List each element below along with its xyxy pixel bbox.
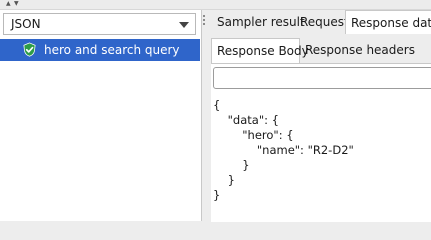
view-selector-combobox[interactable]: JSON xyxy=(3,13,196,35)
tab-label: Sampler result xyxy=(217,15,305,29)
top-splitter[interactable]: ▲ ▼ xyxy=(0,0,431,10)
tab-label: Response headers xyxy=(305,43,415,57)
response-body-view: { "data": { "hero": { "name": "R2-D2" } … xyxy=(211,63,431,222)
collapse-up-icon[interactable]: ▲ xyxy=(6,1,11,7)
expand-down-icon[interactable]: ▼ xyxy=(14,1,19,7)
view-selector-value: JSON xyxy=(11,17,41,31)
search-input[interactable] xyxy=(213,67,431,89)
tab-label: Response Body xyxy=(217,44,309,58)
tree-item-label: hero and search query xyxy=(44,43,180,57)
tab-response-data[interactable]: Response data xyxy=(345,10,431,34)
tree-item-sample[interactable]: hero and search query xyxy=(0,39,200,61)
results-tree-panel: JSON hero and search query xyxy=(0,10,202,221)
chevron-down-icon[interactable] xyxy=(179,22,189,28)
tab-label: Response data xyxy=(351,16,431,30)
tab-sampler-result[interactable]: Sampler result xyxy=(217,10,305,34)
response-body-text: { "data": { "hero": { "name": "R2-D2" } … xyxy=(213,98,354,202)
shield-check-icon xyxy=(23,42,36,57)
splitter-grip-icon[interactable] xyxy=(202,14,207,28)
tab-request[interactable]: Request xyxy=(300,10,349,34)
tab-label: Request xyxy=(300,15,349,29)
tab-response-headers[interactable]: Response headers xyxy=(305,38,415,64)
tab-response-body[interactable]: Response Body xyxy=(211,38,309,64)
